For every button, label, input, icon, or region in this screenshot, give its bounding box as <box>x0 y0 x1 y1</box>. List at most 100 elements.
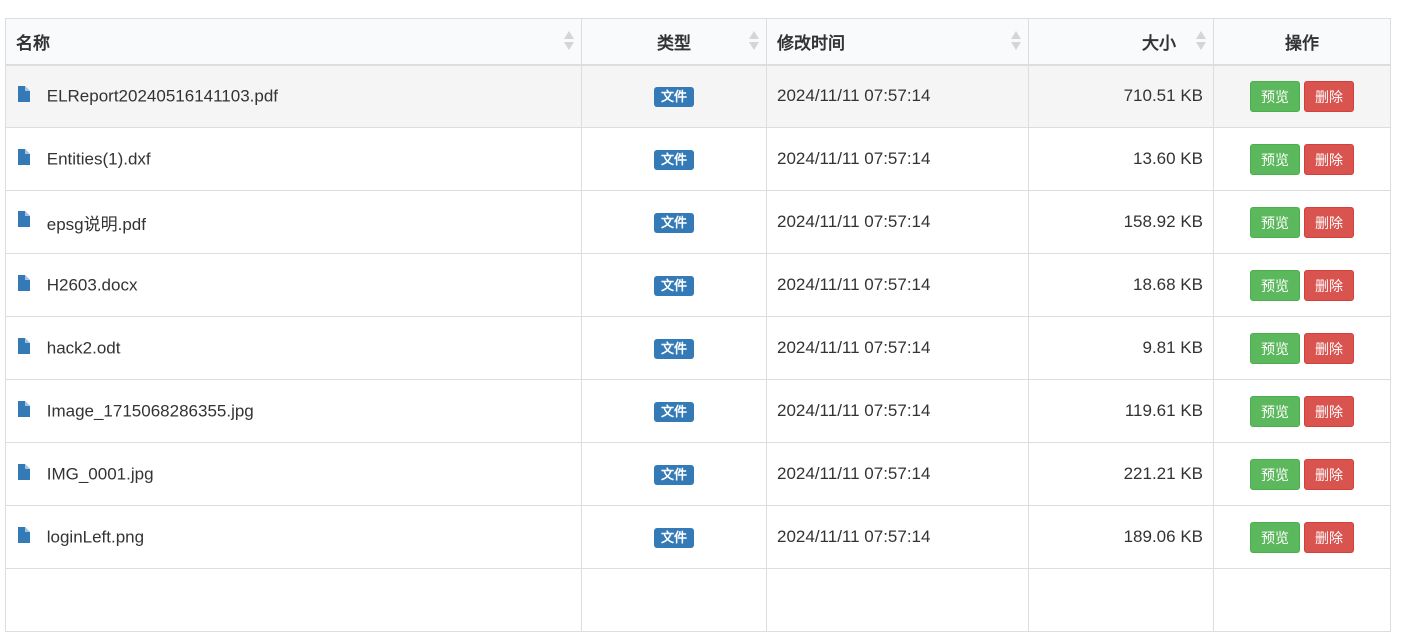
actions-cell: 预览 删除 <box>1213 190 1391 254</box>
delete-button[interactable]: 删除 <box>1304 332 1354 364</box>
file-size: 119.61 KB <box>1028 379 1214 443</box>
delete-button[interactable]: 删除 <box>1304 521 1354 553</box>
file-name[interactable]: H2603.docx <box>47 275 138 294</box>
file-type-badge: 文件 <box>653 401 694 422</box>
preview-button[interactable]: 预览 <box>1250 458 1300 490</box>
file-type-badge: 文件 <box>653 464 694 485</box>
file-type-badge: 文件 <box>653 275 694 296</box>
preview-button[interactable]: 预览 <box>1250 143 1300 175</box>
file-name-cell[interactable]: Entities(1).dxf <box>5 127 582 191</box>
preview-button[interactable]: 预览 <box>1250 395 1300 427</box>
file-name-cell[interactable]: ELReport20240516141103.pdf <box>5 64 582 128</box>
file-type-cell: 文件 <box>581 127 767 191</box>
table-header: 名称 类型 修改时间 大小 操作 <box>5 18 1391 66</box>
actions-cell: 预览 删除 <box>1213 253 1391 317</box>
column-header-size-label: 大小 <box>1142 33 1176 53</box>
preview-button[interactable]: 预览 <box>1250 269 1300 301</box>
file-size <box>1028 568 1214 632</box>
file-name[interactable]: hack2.odt <box>47 338 121 357</box>
sort-icon[interactable] <box>749 31 759 51</box>
file-name[interactable]: epsg说明.pdf <box>47 215 146 234</box>
column-header-modified-label: 修改时间 <box>777 33 845 53</box>
file-icon <box>18 274 30 291</box>
file-type-badge: 文件 <box>653 149 694 170</box>
file-type-badge: 文件 <box>653 86 694 107</box>
file-type-cell <box>581 568 767 632</box>
file-name-cell[interactable]: Image_1715068286355.jpg <box>5 379 582 443</box>
file-type-cell: 文件 <box>581 442 767 506</box>
delete-button[interactable]: 删除 <box>1304 206 1354 238</box>
file-size: 221.21 KB <box>1028 442 1214 506</box>
file-icon <box>18 148 30 165</box>
preview-button[interactable]: 预览 <box>1250 206 1300 238</box>
sort-icon[interactable] <box>1011 31 1021 51</box>
delete-button[interactable]: 删除 <box>1304 269 1354 301</box>
file-name[interactable]: Entities(1).dxf <box>47 149 151 168</box>
delete-button[interactable]: 删除 <box>1304 458 1354 490</box>
file-size: 18.68 KB <box>1028 253 1214 317</box>
column-header-type[interactable]: 类型 <box>581 18 767 66</box>
file-type-badge: 文件 <box>653 212 694 233</box>
table-row[interactable]: IMG_0001.jpg 文件 2024/11/11 07:57:14 221.… <box>5 442 1391 506</box>
file-type-cell: 文件 <box>581 190 767 254</box>
file-icon <box>18 337 30 354</box>
table-row[interactable]: epsg说明.pdf 文件 2024/11/11 07:57:14 158.92… <box>5 190 1391 254</box>
table-row[interactable]: ELReport20240516141103.pdf 文件 2024/11/11… <box>5 64 1391 128</box>
table-row[interactable]: loginLeft.png 文件 2024/11/11 07:57:14 189… <box>5 505 1391 569</box>
preview-button[interactable]: 预览 <box>1250 521 1300 553</box>
file-size: 9.81 KB <box>1028 316 1214 380</box>
delete-button[interactable]: 删除 <box>1304 80 1354 112</box>
modified-time: 2024/11/11 07:57:14 <box>766 442 1029 506</box>
column-header-name-label: 名称 <box>16 33 50 53</box>
file-size: 710.51 KB <box>1028 64 1214 128</box>
file-name[interactable]: loginLeft.png <box>47 527 144 546</box>
file-name-cell[interactable]: H2603.docx <box>5 253 582 317</box>
file-icon <box>18 211 30 228</box>
file-type-cell: 文件 <box>581 505 767 569</box>
modified-time: 2024/11/11 07:57:14 <box>766 316 1029 380</box>
modified-time: 2024/11/11 07:57:14 <box>766 505 1029 569</box>
file-icon <box>18 463 30 480</box>
header-row: 名称 类型 修改时间 大小 操作 <box>5 18 1391 66</box>
file-name-cell[interactable] <box>5 568 582 632</box>
actions-cell: 预览 删除 <box>1213 379 1391 443</box>
actions-cell: 预览 删除 <box>1213 64 1391 128</box>
sort-icon[interactable] <box>564 31 574 51</box>
file-name[interactable]: IMG_0001.jpg <box>47 464 154 483</box>
modified-time: 2024/11/11 07:57:14 <box>766 379 1029 443</box>
column-header-size[interactable]: 大小 <box>1028 18 1214 66</box>
actions-cell: 预览 删除 <box>1213 316 1391 380</box>
delete-button[interactable]: 删除 <box>1304 143 1354 175</box>
file-size: 158.92 KB <box>1028 190 1214 254</box>
actions-cell: 预览 删除 <box>1213 505 1391 569</box>
file-name[interactable]: ELReport20240516141103.pdf <box>47 87 278 106</box>
file-type-badge: 文件 <box>653 527 694 548</box>
table-row[interactable]: hack2.odt 文件 2024/11/11 07:57:14 9.81 KB… <box>5 316 1391 380</box>
table-row[interactable]: Entities(1).dxf 文件 2024/11/11 07:57:14 1… <box>5 127 1391 191</box>
file-name-cell[interactable]: IMG_0001.jpg <box>5 442 582 506</box>
modified-time: 2024/11/11 07:57:14 <box>766 253 1029 317</box>
table-row[interactable]: H2603.docx 文件 2024/11/11 07:57:14 18.68 … <box>5 253 1391 317</box>
modified-time <box>766 568 1029 632</box>
modified-time: 2024/11/11 07:57:14 <box>766 190 1029 254</box>
file-name[interactable]: Image_1715068286355.jpg <box>47 401 254 420</box>
column-header-name[interactable]: 名称 <box>5 18 582 66</box>
delete-button[interactable]: 删除 <box>1304 395 1354 427</box>
preview-button[interactable]: 预览 <box>1250 80 1300 112</box>
actions-cell <box>1213 568 1391 632</box>
file-name-cell[interactable]: hack2.odt <box>5 316 582 380</box>
modified-time: 2024/11/11 07:57:14 <box>766 64 1029 128</box>
table-row[interactable] <box>5 568 1391 632</box>
file-type-cell: 文件 <box>581 64 767 128</box>
file-name-cell[interactable]: epsg说明.pdf <box>5 190 582 254</box>
sort-icon[interactable] <box>1196 31 1206 51</box>
column-header-modified[interactable]: 修改时间 <box>766 18 1029 66</box>
modified-time: 2024/11/11 07:57:14 <box>766 127 1029 191</box>
column-header-actions: 操作 <box>1213 18 1391 66</box>
file-table-container: 名称 类型 修改时间 大小 操作 ELReport20240516141103.… <box>5 18 1391 632</box>
file-size: 13.60 KB <box>1028 127 1214 191</box>
preview-button[interactable]: 预览 <box>1250 332 1300 364</box>
file-name-cell[interactable]: loginLeft.png <box>5 505 582 569</box>
table-row[interactable]: Image_1715068286355.jpg 文件 2024/11/11 07… <box>5 379 1391 443</box>
file-type-cell: 文件 <box>581 379 767 443</box>
